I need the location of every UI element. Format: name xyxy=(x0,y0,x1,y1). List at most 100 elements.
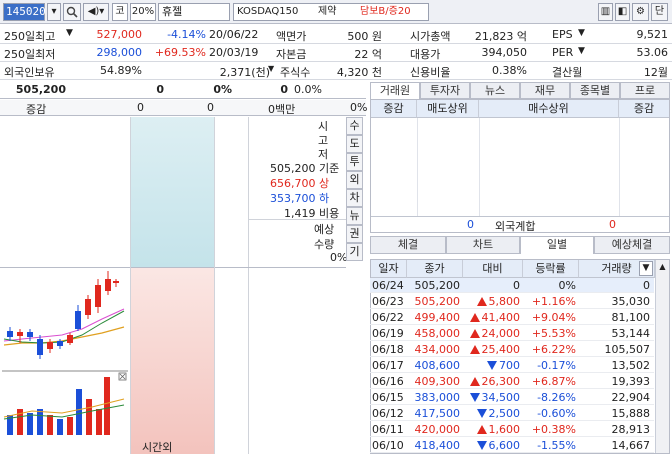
vtab-chart[interactable]: 차 xyxy=(346,189,363,207)
row-diff-cell: 6,600 xyxy=(464,439,520,452)
gear-icon[interactable]: ⚙ xyxy=(632,3,649,21)
row-volume: 105,507 xyxy=(604,343,651,356)
price-change-pct: 0% xyxy=(213,83,232,96)
layout-icon[interactable]: ▥ xyxy=(598,3,613,21)
dropdown-icon[interactable]: ▼ xyxy=(268,64,274,73)
row-diff-cell: 25,400 xyxy=(464,343,520,356)
row-diff: 26,300 xyxy=(481,375,521,388)
tab-broker[interactable]: 거래원 xyxy=(370,82,420,99)
tab-news[interactable]: 뉴스 xyxy=(470,82,520,99)
stock-code-input[interactable]: 145020 xyxy=(3,3,46,21)
row-close: 417,500 xyxy=(414,407,461,420)
broker-header: 증감 xyxy=(371,100,417,118)
info-label: EPS xyxy=(552,28,573,41)
toolbar: 145020 ▾ ◀)▾ 코 20% 휴젤 KOSDAQ150 제약 담보B/증… xyxy=(0,0,672,24)
change-row: 증감 0 0 0백만 0% xyxy=(0,100,367,116)
dropdown-icon[interactable]: ▼ xyxy=(578,28,585,38)
vtab-news[interactable]: 뉴 xyxy=(346,207,363,225)
tab-trade[interactable]: 체결 xyxy=(370,236,446,254)
dropdown-icon[interactable]: ▼ xyxy=(578,46,585,56)
row-diff-cell: 5,800 xyxy=(464,295,520,308)
table-row[interactable]: 06/17 408,600 700 -0.17% 13,502 xyxy=(370,358,654,373)
table-row[interactable]: 06/11 420,000 1,600 +0.38% 28,913 xyxy=(370,422,654,437)
row-rate: -1.55% xyxy=(537,439,576,452)
sector-label: 제약 xyxy=(318,6,337,17)
mini-chart[interactable] xyxy=(2,269,128,435)
info-value: 12월 xyxy=(643,66,668,79)
table-row[interactable]: 06/22 499,400 41,400 +9.04% 81,100 xyxy=(370,310,654,325)
row-rate: +5.53% xyxy=(531,327,576,340)
vtab-foreign[interactable]: 외 xyxy=(346,171,363,189)
divider xyxy=(214,267,215,454)
info-value: 53.06 xyxy=(636,46,669,59)
table-row[interactable]: 06/18 434,000 25,400 +6.22% 105,507 xyxy=(370,342,654,357)
table-row[interactable]: 06/12 417,500 2,500 -0.60% 15,888 xyxy=(370,406,654,421)
search-icon[interactable] xyxy=(63,3,81,21)
sound-icon[interactable]: ◀)▾ xyxy=(83,3,109,21)
info-label: 외국인보유 xyxy=(4,66,55,79)
broker-header: 매도상위 xyxy=(417,100,479,118)
split-icon[interactable]: ◧ xyxy=(615,3,630,21)
foreign-total-label: 외국계합 xyxy=(495,220,536,233)
margin-label: 담보B/증20 xyxy=(360,6,411,17)
table-row[interactable]: 06/10 418,400 6,600 -1.55% 14,667 xyxy=(370,438,654,453)
up-arrow-icon xyxy=(476,297,487,306)
info-value: 394,050 xyxy=(481,46,528,59)
info-value: 298,000 xyxy=(96,46,143,59)
tab-daily[interactable]: 일별 xyxy=(520,236,594,254)
table-row[interactable]: 06/23 505,200 5,800 +1.16% 35,030 xyxy=(370,294,654,309)
info-label: 250일최고 xyxy=(4,30,56,43)
row-date: 06/12 xyxy=(372,407,404,420)
table-row[interactable]: 06/19 458,000 24,000 +5.53% 53,144 xyxy=(370,326,654,341)
scroll-up-icon[interactable]: ▲ xyxy=(656,260,669,274)
tab-chart[interactable]: 차트 xyxy=(446,236,520,254)
row-rate: -0.60% xyxy=(537,407,576,420)
row-volume: 19,393 xyxy=(611,375,651,388)
volume-dropdown-icon[interactable]: ▼ xyxy=(639,261,653,276)
row-date: 06/19 xyxy=(372,327,404,340)
expected-label: 예상 xyxy=(314,223,335,236)
row-close: 505,200 xyxy=(414,295,461,308)
info-label: 주식수 xyxy=(280,66,311,79)
change-value: 0 xyxy=(207,101,214,114)
info-label: 시가총액 xyxy=(410,30,451,43)
code-dropdown-button[interactable]: ▾ xyxy=(47,3,61,21)
table-row[interactable]: 06/15 383,000 34,500 -8.26% 22,904 xyxy=(370,390,654,405)
tab-investor[interactable]: 투자자 xyxy=(420,82,470,99)
up-arrow-icon xyxy=(476,425,487,434)
tab-finance[interactable]: 재무 xyxy=(520,82,570,99)
divider xyxy=(479,118,480,216)
up-arrow-icon xyxy=(469,329,480,338)
row-diff-cell: 41,400 xyxy=(464,311,520,324)
info-date: 20/06/22 xyxy=(209,28,259,41)
dropdown-icon[interactable]: ▼ xyxy=(66,28,73,38)
tab-by-stock[interactable]: 종목별 xyxy=(570,82,620,99)
divider xyxy=(417,118,418,216)
info-value: 21,823 억 xyxy=(474,30,527,43)
row-diff: 2,500 xyxy=(488,407,521,420)
table-row[interactable]: 06/24 505,200 0 0% 0 xyxy=(370,278,654,293)
vtab-doe[interactable]: 도 xyxy=(346,135,363,153)
quote-summary: 505,200 0 0% 0 0.0% xyxy=(0,82,366,99)
scrollbar[interactable]: ▲ xyxy=(655,260,669,453)
vtab-invest[interactable]: 투 xyxy=(346,153,363,171)
vtab-rights[interactable]: 권 xyxy=(346,225,363,243)
vtab-sell[interactable]: 수 xyxy=(346,117,363,135)
divider xyxy=(0,267,346,268)
info-label: 대용가 xyxy=(410,48,441,61)
table-row[interactable]: 06/16 409,300 26,300 +6.87% 19,393 xyxy=(370,374,654,389)
order-book: 시 고 저 505,200 기준 656,700 상 353,700 하 1,4… xyxy=(0,117,347,454)
row-volume: 14,667 xyxy=(611,439,651,452)
row-diff-cell: 24,000 xyxy=(464,327,520,340)
tab-program[interactable]: 프로 xyxy=(620,82,670,99)
row-date: 06/16 xyxy=(372,375,404,388)
info-row: 250일최저 298,000 +69.53% 20/03/19 자본금 22 억… xyxy=(0,44,672,62)
after-hours-label: 시간외 xyxy=(142,441,173,454)
row-rate: 0% xyxy=(558,279,576,292)
row-date: 06/17 xyxy=(372,359,404,372)
single-button[interactable]: 단 xyxy=(651,3,668,21)
tab-expected-trade[interactable]: 예상체결 xyxy=(594,236,670,254)
bid-depth-column xyxy=(130,267,214,454)
row-diff: 700 xyxy=(499,359,520,372)
vtab-other[interactable]: 기 xyxy=(346,243,363,261)
